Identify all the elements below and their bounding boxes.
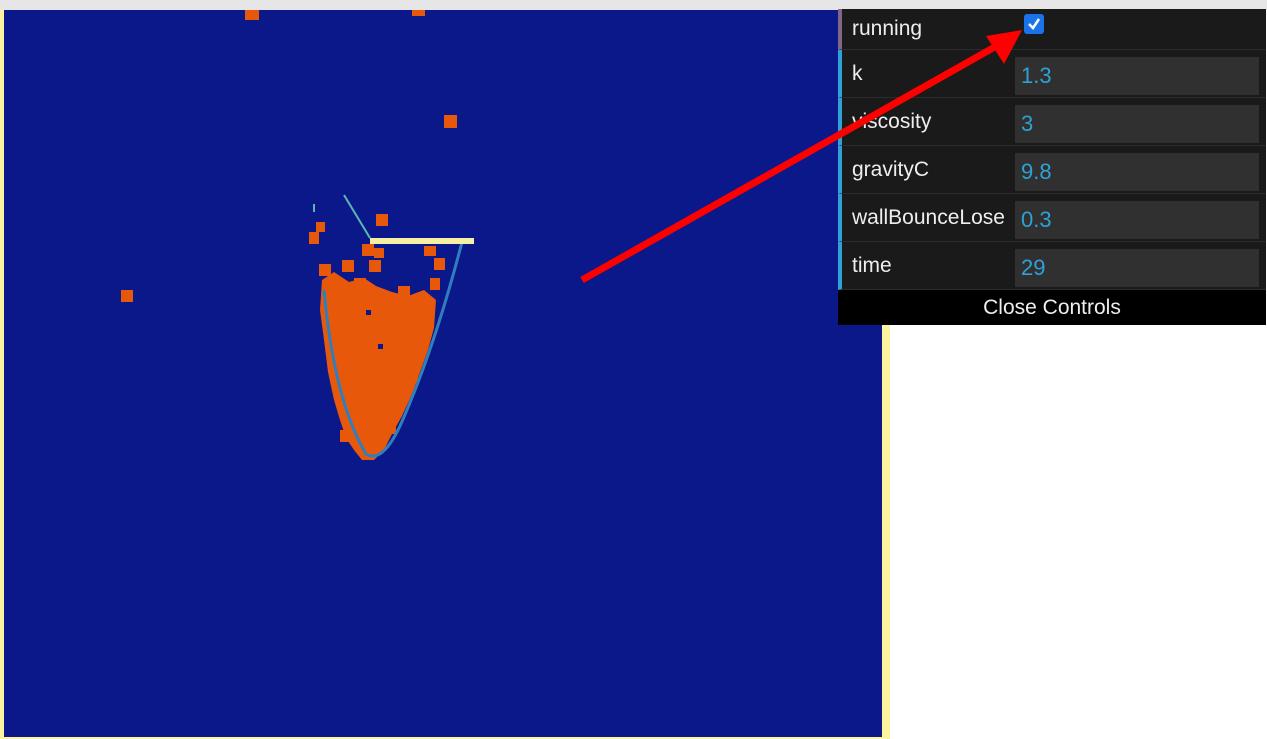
controls-panel: running k 1.3 viscosity 3 gravityC 9.8 w… (838, 9, 1266, 325)
particle (444, 115, 457, 128)
running-label: running (852, 17, 923, 40)
particle (386, 422, 396, 434)
viscosity-label: viscosity (852, 109, 932, 133)
particle-blob (320, 272, 436, 460)
checkmark-icon (1028, 18, 1041, 30)
particle (245, 10, 259, 20)
simulation-drawing (121, 10, 474, 460)
running-checkbox[interactable] (1024, 14, 1044, 34)
particle (316, 222, 325, 232)
control-viscosity: viscosity 3 (838, 98, 1266, 146)
control-k: k 1.3 (838, 50, 1266, 98)
particle (369, 260, 381, 272)
particle (309, 232, 319, 244)
wallBounceLose-label: wallBounceLose (852, 205, 1005, 229)
particle (424, 246, 436, 256)
control-time: time 29 (838, 242, 1266, 290)
particle-gap (366, 310, 371, 315)
particle (376, 214, 388, 226)
flow-line (343, 194, 371, 239)
fluid-simulation-canvas[interactable] (4, 10, 882, 737)
control-running: running (838, 9, 1266, 50)
particle (412, 10, 425, 16)
viscosity-input[interactable]: 3 (1015, 105, 1259, 143)
control-wallBounceLose: wallBounceLose 0.3 (838, 194, 1266, 242)
time-label: time (852, 253, 892, 277)
particle (121, 290, 133, 302)
particle-gap (378, 344, 383, 349)
close-controls-button[interactable]: Close Controls (838, 290, 1266, 325)
particle (434, 258, 445, 270)
particle (374, 248, 384, 258)
particle (340, 430, 350, 442)
gravityC-input[interactable]: 9.8 (1015, 153, 1259, 191)
particle (362, 244, 374, 256)
yellow-paddle (370, 238, 474, 244)
wallBounceLose-input[interactable]: 0.3 (1015, 201, 1259, 239)
particle (319, 264, 331, 276)
k-input[interactable]: 1.3 (1015, 57, 1259, 95)
particle (430, 278, 440, 290)
k-label: k (852, 61, 863, 85)
time-input[interactable]: 29 (1015, 249, 1259, 287)
particle (342, 260, 354, 272)
gravityC-label: gravityC (852, 157, 930, 181)
particle (408, 370, 418, 382)
control-gravityC: gravityC 9.8 (838, 146, 1266, 194)
particle-group (121, 10, 457, 460)
